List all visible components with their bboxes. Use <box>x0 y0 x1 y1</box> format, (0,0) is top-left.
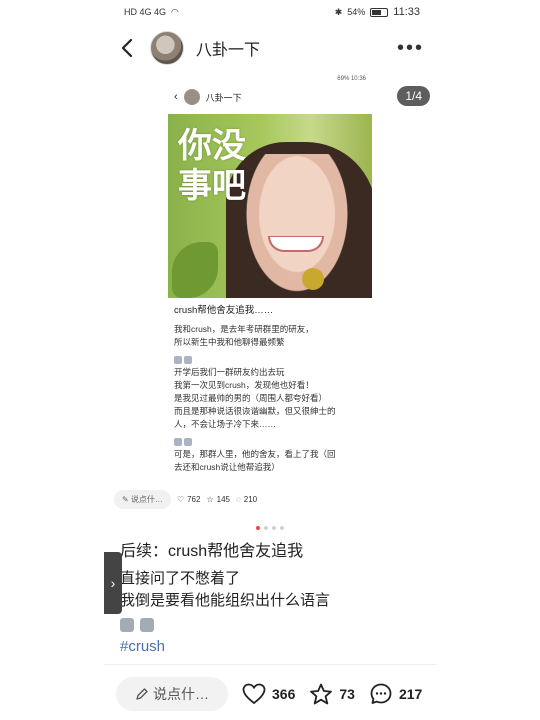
pencil-icon <box>136 688 148 700</box>
post-caption: 后续：crush帮他舍友追我 直接问了不憋着了 我倒是要看他能组织出什么语言 #… <box>104 540 436 655</box>
embedded-paragraph: 我和crush，是去年考研群里的研友， <box>174 324 314 334</box>
signal-icon: HD 4G 4G <box>124 7 167 17</box>
favorite-count: 73 <box>339 686 355 702</box>
image-carousel[interactable]: 69% 10:36 ‹ 八卦一下 你没 事吧 crush帮他舍友追我…… 我和c… <box>104 72 436 520</box>
embedded-author-name: 八卦一下 <box>205 92 242 103</box>
embedded-screenshot: 69% 10:36 ‹ 八卦一下 你没 事吧 crush帮他舍友追我…… 我和c… <box>166 72 376 512</box>
divider <box>104 664 436 665</box>
caption-line: 直接问了不憋着了 <box>120 570 241 587</box>
bluetooth-icon: ✱ <box>334 6 343 17</box>
like-button[interactable]: 366 <box>242 683 295 705</box>
photo-fruit <box>302 268 324 290</box>
embedded-paragraph: 我第一次见到crush，发现他也好看！ <box>174 380 314 390</box>
comment-input[interactable]: 说点什… <box>116 677 228 711</box>
meme-photo: 你没 事吧 <box>168 114 372 298</box>
signal-indicators: HD 4G 4G ◠ <box>124 7 179 18</box>
emoji-icon <box>184 355 192 364</box>
status-right: ✱ 54% 11:33 <box>335 6 420 18</box>
photo-smile <box>268 236 324 252</box>
clock: 11:33 <box>393 6 420 18</box>
embedded-post-title: crush帮他舍友追我…… <box>174 305 274 316</box>
embedded-favorite-count: 145 <box>216 495 230 504</box>
embedded-paragraph: 而且是那种说话很诙谐幽默，但又很绅士的 <box>174 406 336 416</box>
comment-count: 217 <box>398 686 423 702</box>
star-icon: ☆ <box>206 495 214 504</box>
bottom-action-bar: 说点什… 366 73 217 <box>104 672 436 716</box>
emoji-icon <box>184 437 192 446</box>
comment-bubble-icon: ◌ <box>236 495 241 504</box>
emoji-icon <box>174 355 182 364</box>
photo-face <box>238 154 356 298</box>
embedded-comment-count: 210 <box>243 495 258 504</box>
comment-bubble-icon <box>370 683 392 704</box>
carousel-dot[interactable] <box>272 526 276 530</box>
more-dots-icon: ••• <box>396 36 424 59</box>
post-title: 后续：crush帮他舍友追我 <box>120 543 304 560</box>
embedded-comment-placeholder: 说点什… <box>130 495 163 504</box>
meme-caption-line-1: 你没 <box>178 126 246 166</box>
battery-icon <box>370 7 389 17</box>
wifi-icon: ◠ <box>171 6 179 17</box>
image-counter: 1/4 <box>397 86 430 106</box>
star-icon <box>310 683 333 704</box>
emoji-icon <box>120 618 134 632</box>
embedded-back-icon: ‹ <box>174 91 178 103</box>
more-options-button[interactable]: ••• <box>397 37 424 60</box>
carousel-dot[interactable] <box>256 526 260 530</box>
embedded-like: ♡ 762 <box>177 495 201 504</box>
embedded-header: ‹ 八卦一下 <box>166 86 376 108</box>
embedded-comment-input: ✎ 说点什… <box>114 490 171 509</box>
embedded-status-bar: 69% 10:36 <box>166 72 376 86</box>
battery-percent: 54% <box>347 7 366 17</box>
embedded-like-count: 762 <box>187 495 201 504</box>
emoji-icon <box>174 437 182 446</box>
embedded-paragraph: 是我见过最帅的男的（周围人都夸好看） <box>174 393 328 403</box>
like-count: 366 <box>272 686 296 702</box>
heart-icon <box>242 683 266 705</box>
meme-caption: 你没 事吧 <box>178 126 246 206</box>
chevron-right-icon: › <box>110 575 116 591</box>
comment-placeholder: 说点什… <box>153 686 209 702</box>
embedded-emoji-row <box>174 353 368 366</box>
carousel-dots <box>256 526 284 530</box>
embedded-paragraph: 人，不会让场子冷下来…… <box>174 419 277 429</box>
hashtag-link[interactable]: #crush <box>120 638 420 655</box>
status-bar: HD 4G 4G ◠ ✱ 54% 11:33 <box>104 0 436 24</box>
embedded-paragraph: 所以新生中我和他聊得最频繁 <box>174 337 285 347</box>
favorite-button[interactable]: 73 <box>309 683 355 706</box>
comment-button[interactable]: 217 <box>369 682 422 706</box>
embedded-post-body: crush帮他舍友追我…… 我和crush，是去年考研群里的研友， 所以新生中我… <box>166 298 376 474</box>
heart-icon: ♡ <box>176 495 185 504</box>
embedded-status-right: 69% 10:36 <box>337 76 366 82</box>
embedded-comment: ◌ 210 <box>236 495 257 504</box>
embedded-emoji-row <box>174 435 368 448</box>
caption-line: 我倒是要看他能组织出什么语言 <box>120 592 331 609</box>
embedded-paragraph: 开学后我们一群研友约出去玩 <box>174 367 285 377</box>
author-avatar[interactable] <box>150 31 184 65</box>
side-expand-tab[interactable]: › <box>104 552 122 614</box>
carousel-dot[interactable] <box>280 526 284 530</box>
meme-caption-line-2: 事吧 <box>178 166 246 206</box>
back-button[interactable] <box>116 33 138 63</box>
post-header: 八卦一下 ••• <box>104 28 436 68</box>
emoji-icon <box>140 618 154 632</box>
author-name[interactable]: 八卦一下 <box>196 36 260 60</box>
embedded-paragraph: 可是，那群人里，他的舍友，看上了我（回 <box>174 449 336 459</box>
embedded-avatar <box>183 89 200 105</box>
embedded-favorite: ☆ 145 <box>206 495 230 504</box>
embedded-action-bar: ✎ 说点什… ♡ 762 ☆ 145 ◌ 210 <box>114 490 314 509</box>
carousel-dot[interactable] <box>264 526 268 530</box>
chevron-left-icon <box>121 38 133 58</box>
photo-leaf <box>172 242 218 298</box>
caption-emoji-row <box>120 618 420 632</box>
